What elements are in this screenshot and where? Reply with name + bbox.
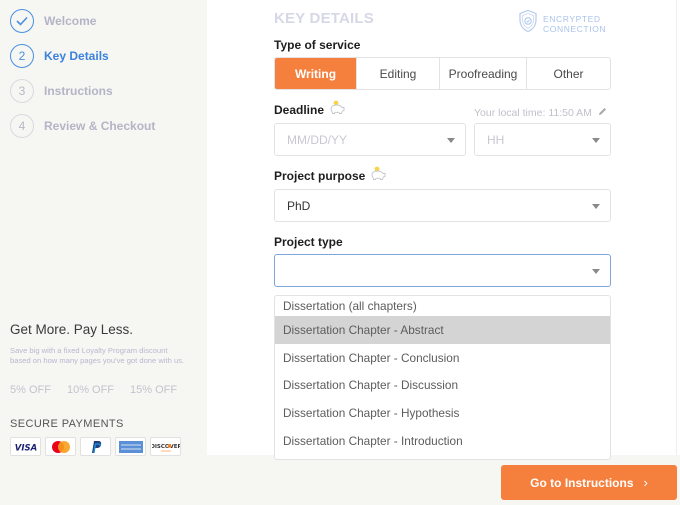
service-option-proofreading[interactable]: Proofreading: [440, 58, 527, 89]
hour-placeholder: HH: [487, 132, 505, 147]
section-title: KEY DETAILS: [274, 10, 374, 27]
dropdown-option[interactable]: Dissertation Chapter - Discussion: [275, 372, 610, 400]
promo-description: Save big with a fixed Loyalty Program di…: [10, 346, 185, 365]
date-placeholder: MM/DD/YY: [287, 132, 347, 147]
card-border: [676, 0, 677, 455]
dropdown-option[interactable]: Dissertation Chapter - Conclusion: [275, 344, 610, 372]
amex-icon: [115, 437, 146, 456]
service-option-other[interactable]: Other: [527, 58, 610, 89]
deadline-label-text: Deadline: [274, 102, 325, 117]
dropdown-option[interactable]: Dissertation Chapter - Hypothesis: [275, 399, 610, 427]
project-purpose-label-text: Project purpose: [274, 168, 366, 183]
service-type-label-text: Type of service: [274, 38, 361, 52]
project-type-select[interactable]: [274, 254, 611, 287]
promo-title: Get More. Pay Less.: [10, 322, 134, 337]
step-instructions[interactable]: 3 Instructions: [10, 79, 113, 103]
deadline-hour-select[interactable]: HH: [474, 123, 611, 156]
project-purpose-select[interactable]: PhD: [274, 189, 611, 222]
dropdown-option[interactable]: Dissertation (all chapters): [275, 296, 610, 316]
step-welcome[interactable]: Welcome: [10, 9, 96, 33]
chevron-right-icon: ›: [643, 475, 648, 490]
chevron-down-icon: [447, 138, 455, 143]
step-number: 2: [10, 44, 34, 68]
step-review-checkout[interactable]: 4 Review & Checkout: [10, 114, 155, 138]
step-number: 4: [10, 114, 34, 138]
project-purpose-value: PhD: [287, 198, 311, 213]
discount-tier: 5% OFF: [10, 384, 51, 396]
svg-text:VISA: VISA: [14, 443, 36, 452]
mastercard-icon: [45, 437, 76, 456]
dropdown-option[interactable]: Dissertation Chapter - Introduction: [275, 427, 610, 455]
visa-icon: VISA: [10, 437, 41, 456]
go-to-instructions-label: Go to Instructions: [530, 475, 634, 490]
project-type-label: Project type: [274, 235, 343, 249]
piggy-bank-icon: [328, 100, 346, 119]
dropdown-option-highlighted[interactable]: Dissertation Chapter - Abstract: [275, 316, 610, 344]
piggy-bank-icon: [369, 166, 387, 185]
svg-text:DISCOVER: DISCOVER: [152, 444, 180, 450]
check-icon: [10, 9, 34, 33]
service-type-label: Type of service: [274, 38, 360, 52]
project-type-label-text: Project type: [274, 235, 343, 249]
encrypted-line-2: CONNECTION: [543, 23, 607, 34]
chevron-down-icon: [592, 269, 600, 274]
shield-check-icon: [518, 9, 538, 38]
encrypted-connection-badge: ENCRYPTED CONNECTION: [518, 9, 606, 38]
discover-icon: DISCOVER: [150, 437, 181, 456]
step-label: Review & Checkout: [44, 119, 156, 133]
chevron-down-icon: [592, 204, 600, 209]
encrypted-line-1: ENCRYPTED: [543, 13, 601, 24]
local-time-text: Your local time: 11:50 AM: [474, 107, 592, 119]
pencil-icon[interactable]: [598, 107, 607, 119]
service-option-editing[interactable]: Editing: [357, 58, 440, 89]
service-option-writing[interactable]: Writing: [275, 58, 357, 89]
project-purpose-label: Project purpose: [274, 166, 387, 185]
secure-payments-title: SECURE PAYMENTS: [10, 418, 124, 430]
step-label: Instructions: [44, 84, 113, 98]
deadline-date-select[interactable]: MM/DD/YY: [274, 123, 466, 156]
step-number: 3: [10, 79, 34, 103]
sidebar: Welcome 2 Key Details 3 Instructions 4 R…: [0, 0, 207, 505]
discount-tier: 15% OFF: [130, 384, 178, 396]
step-key-details[interactable]: 2 Key Details: [10, 44, 109, 68]
step-label: Key Details: [44, 49, 109, 63]
step-label: Welcome: [44, 14, 97, 28]
deadline-label: Deadline: [274, 100, 346, 119]
go-to-instructions-button[interactable]: Go to Instructions ›: [501, 465, 677, 500]
chevron-down-icon: [592, 138, 600, 143]
service-type-selector: Writing Editing Proofreading Other: [274, 57, 611, 90]
local-time: Your local time: 11:50 AM: [474, 107, 607, 119]
discount-tier: 10% OFF: [66, 384, 115, 396]
payment-methods: VISA DISCOVER: [10, 437, 181, 456]
paypal-icon: [80, 437, 111, 456]
project-type-dropdown: Dissertation (all chapters) Dissertation…: [274, 295, 611, 460]
discount-tiers: 5% OFF 10% OFF 15% OFF: [10, 384, 177, 396]
